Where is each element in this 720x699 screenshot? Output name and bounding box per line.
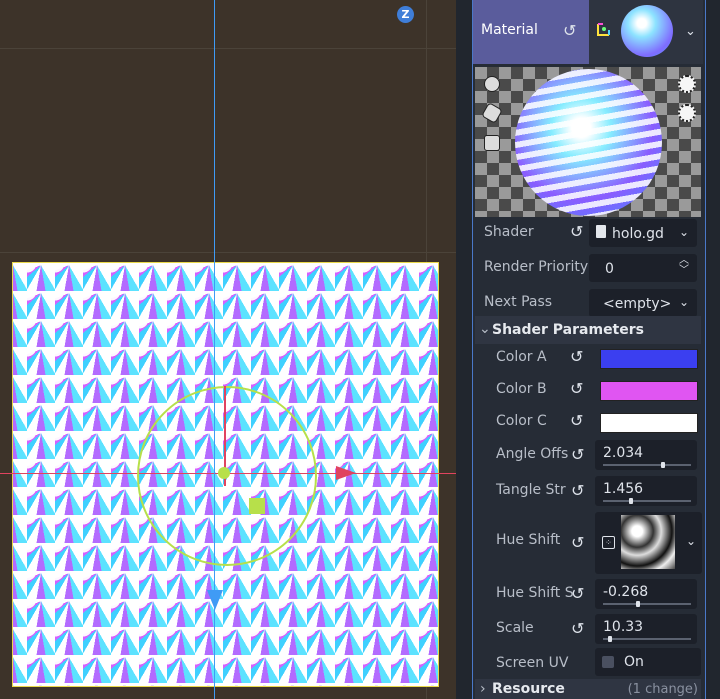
param-hue-shift-strength-row: Hue Shift S ↺ -0.268 bbox=[475, 576, 701, 612]
x-axis-arrow-handle[interactable] bbox=[336, 466, 356, 480]
param-label: Color C bbox=[496, 413, 547, 429]
hue-shift-strength-slider[interactable]: -0.268 bbox=[595, 579, 697, 609]
revert-icon[interactable]: ↺ bbox=[571, 619, 584, 638]
color-a-swatch[interactable] bbox=[600, 349, 698, 369]
color-b-swatch[interactable] bbox=[600, 381, 698, 401]
render-priority-spinbox[interactable]: 0 ︿ ﹀ bbox=[589, 254, 697, 282]
quad-preview-icon[interactable] bbox=[484, 135, 500, 151]
revert-icon[interactable]: ↺ bbox=[570, 379, 583, 398]
shader-value: holo.gd bbox=[612, 226, 664, 242]
revert-icon[interactable]: ↺ bbox=[563, 21, 576, 40]
revert-icon[interactable]: ↺ bbox=[570, 411, 583, 430]
slider-knob[interactable] bbox=[628, 498, 633, 504]
param-scale-row: Scale ↺ 10.33 bbox=[475, 611, 701, 647]
param-label: Hue Shift bbox=[496, 532, 561, 548]
preview-sphere bbox=[515, 69, 662, 216]
slider-track bbox=[603, 500, 691, 502]
noise-texture-preview[interactable] bbox=[621, 515, 675, 569]
chevron-down-icon[interactable]: ⌄ bbox=[685, 24, 696, 39]
param-label: Scale bbox=[496, 620, 534, 636]
shader-parameters-title: Shader Parameters bbox=[492, 322, 644, 338]
slider-track bbox=[603, 464, 691, 466]
param-color-c-row: Color C ↺ bbox=[475, 404, 701, 438]
spin-arrows-icon[interactable]: ︿ ﹀ bbox=[679, 256, 689, 276]
resource-change-count: (1 change) bbox=[627, 682, 698, 697]
noise-texture-icon: ⁘ bbox=[602, 536, 615, 549]
material-thumbnail[interactable] bbox=[621, 5, 673, 57]
sphere-preview-icon[interactable] bbox=[484, 76, 500, 92]
next-pass-picker[interactable]: <empty> ⌄ bbox=[589, 289, 697, 317]
chevron-down-icon[interactable]: ⌄ bbox=[686, 534, 696, 548]
param-label: Color A bbox=[496, 349, 547, 365]
param-label: Hue Shift S bbox=[496, 585, 574, 601]
scale-slider[interactable]: 10.33 bbox=[595, 614, 697, 644]
revert-icon[interactable]: ↺ bbox=[571, 445, 584, 464]
gizmo-center-handle[interactable] bbox=[218, 467, 230, 479]
next-pass-value: <empty> bbox=[603, 296, 672, 312]
file-icon bbox=[596, 225, 606, 238]
z-axis-arrow-handle[interactable] bbox=[207, 590, 223, 610]
resource-section[interactable]: › Resource (1 change) bbox=[475, 679, 701, 699]
shader-picker[interactable]: holo.gd ⌄ bbox=[589, 219, 697, 247]
shader-label: Shader bbox=[484, 224, 534, 240]
checkbox-icon[interactable] bbox=[602, 656, 614, 668]
shader-property-row: Shader ↺ holo.gd ⌄ bbox=[475, 215, 701, 249]
param-label: Tangle Str bbox=[496, 482, 566, 498]
param-label: Screen UV bbox=[496, 655, 569, 671]
resource-title: Resource bbox=[492, 681, 565, 697]
chevron-down-icon: ⌄ bbox=[479, 321, 491, 337]
revert-icon[interactable]: ↺ bbox=[571, 584, 584, 603]
param-value: 1.456 bbox=[603, 481, 644, 497]
param-tangle-strength-row: Tangle Str ↺ 1.456 bbox=[475, 473, 701, 509]
param-value: -0.268 bbox=[603, 584, 649, 600]
param-value: 10.33 bbox=[603, 619, 644, 635]
screen-uv-value: On bbox=[624, 654, 644, 670]
light-1-icon[interactable] bbox=[678, 75, 696, 93]
slider-track bbox=[603, 603, 691, 605]
tangle-strength-slider[interactable]: 1.456 bbox=[595, 476, 697, 506]
next-pass-row: Next Pass <empty> ⌄ bbox=[475, 285, 701, 319]
light-2-icon[interactable] bbox=[678, 104, 696, 122]
grid-line bbox=[0, 48, 456, 49]
revert-icon[interactable]: ↺ bbox=[571, 481, 584, 500]
slider-knob[interactable] bbox=[661, 462, 666, 468]
render-priority-label: Render Priority bbox=[484, 259, 589, 275]
revert-icon[interactable]: ↺ bbox=[571, 533, 584, 552]
z-axis-badge[interactable]: Z bbox=[397, 6, 414, 23]
param-screen-uv-row: Screen UV On bbox=[475, 646, 701, 678]
param-label: Angle Offs bbox=[496, 446, 569, 462]
slider-knob[interactable] bbox=[608, 636, 613, 642]
render-priority-value: 0 bbox=[605, 261, 614, 277]
grid-line bbox=[0, 252, 456, 253]
screen-uv-checkbox[interactable]: On bbox=[595, 648, 701, 676]
color-c-swatch[interactable] bbox=[600, 413, 698, 433]
slider-knob[interactable] bbox=[635, 601, 640, 607]
param-angle-offset-row: Angle Offs ↺ 2.034 bbox=[475, 437, 701, 473]
plane-move-handle[interactable] bbox=[249, 498, 265, 514]
render-priority-row: Render Priority 0 ︿ ﹀ bbox=[475, 250, 701, 284]
revert-icon[interactable]: ↺ bbox=[570, 347, 583, 366]
chevron-down-icon[interactable]: ⌄ bbox=[679, 295, 689, 309]
slider-track bbox=[603, 638, 691, 640]
shader-material-icon bbox=[597, 23, 610, 36]
material-label: Material bbox=[481, 22, 538, 38]
param-color-a-row: Color A ↺ bbox=[475, 340, 701, 374]
param-value: 2.034 bbox=[603, 445, 644, 461]
angle-offset-slider[interactable]: 2.034 bbox=[595, 440, 697, 470]
param-label: Color B bbox=[496, 381, 547, 397]
param-color-b-row: Color B ↺ bbox=[475, 372, 701, 406]
chevron-right-icon: › bbox=[480, 681, 486, 697]
chevron-down-icon[interactable]: ⌄ bbox=[679, 225, 689, 239]
revert-icon[interactable]: ↺ bbox=[570, 222, 583, 241]
next-pass-label: Next Pass bbox=[484, 294, 553, 310]
